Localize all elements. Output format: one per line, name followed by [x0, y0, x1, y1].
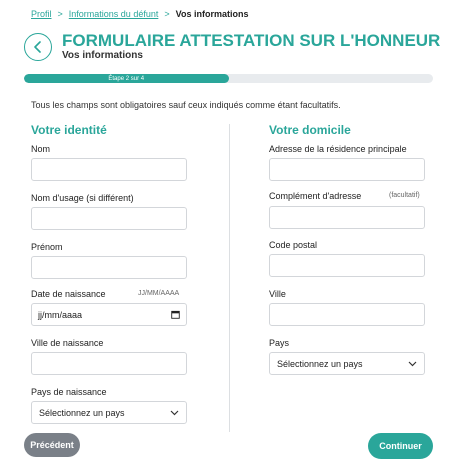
- pays-naissance-value: Sélectionnez un pays: [39, 407, 125, 418]
- chevron-down-icon: [170, 410, 179, 415]
- prenom-label: Prénom: [31, 242, 63, 252]
- complement-label: Complément d'adresse: [269, 191, 362, 201]
- code-postal-input[interactable]: [269, 254, 425, 277]
- adresse-input[interactable]: [269, 158, 425, 181]
- complement-input[interactable]: [269, 206, 425, 229]
- pays-naissance-label: Pays de naissance: [31, 387, 107, 397]
- prenom-input[interactable]: [31, 256, 187, 279]
- ville-label: Ville: [269, 289, 286, 299]
- chevron-down-icon: [408, 361, 417, 366]
- breadcrumb: Profil > Informations du défunt > Vos in…: [31, 9, 248, 19]
- ville-naissance-label: Ville de naissance: [31, 338, 104, 348]
- progress-label: Étape 2 sur 4: [108, 75, 145, 82]
- nom-label: Nom: [31, 144, 51, 154]
- complement-optional-hint: (facultatif): [389, 192, 420, 199]
- form-instructions: Tous les champs sont obligatoires sauf c…: [31, 100, 341, 110]
- breadcrumb-link-profil[interactable]: Profil: [31, 9, 52, 19]
- breadcrumb-separator: >: [57, 9, 63, 19]
- pays-value: Sélectionnez un pays: [277, 358, 363, 369]
- page-title: FORMULAIRE ATTESTATION SUR L'HONNEUR: [62, 31, 441, 50]
- date-format-hint: JJ/MM/AAAA: [138, 290, 180, 297]
- chevron-left-icon: [34, 41, 41, 53]
- calendar-icon[interactable]: [171, 310, 180, 319]
- date-naissance-label: Date de naissance: [31, 289, 106, 299]
- back-button[interactable]: [24, 33, 52, 61]
- progress-bar: Étape 2 sur 4: [24, 74, 433, 83]
- domicile-section-title: Votre domicile: [269, 123, 351, 137]
- previous-button[interactable]: Précédent: [24, 433, 80, 457]
- identity-section-title: Votre identité: [31, 123, 107, 137]
- ville-naissance-input[interactable]: [31, 352, 187, 375]
- date-naissance-input[interactable]: jj/mm/aaaa: [31, 303, 187, 326]
- nom-usage-label: Nom d'usage (si différent): [31, 193, 134, 203]
- breadcrumb-link-informations-defunt[interactable]: Informations du défunt: [69, 9, 159, 19]
- pays-label: Pays: [269, 338, 290, 348]
- nom-usage-input[interactable]: [31, 207, 187, 230]
- pays-select[interactable]: Sélectionnez un pays: [269, 352, 425, 375]
- nom-input[interactable]: [31, 158, 187, 181]
- column-divider: [229, 124, 230, 432]
- date-placeholder: jj/mm/aaaa: [38, 309, 83, 320]
- continue-button[interactable]: Continuer: [368, 433, 433, 459]
- page-subtitle: Vos informations: [62, 50, 143, 61]
- adresse-label: Adresse de la résidence principale: [269, 144, 407, 154]
- breadcrumb-current: Vos informations: [175, 9, 249, 19]
- code-postal-label: Code postal: [269, 240, 318, 250]
- breadcrumb-separator: >: [164, 9, 170, 19]
- ville-input[interactable]: [269, 303, 425, 326]
- pays-naissance-select[interactable]: Sélectionnez un pays: [31, 401, 187, 424]
